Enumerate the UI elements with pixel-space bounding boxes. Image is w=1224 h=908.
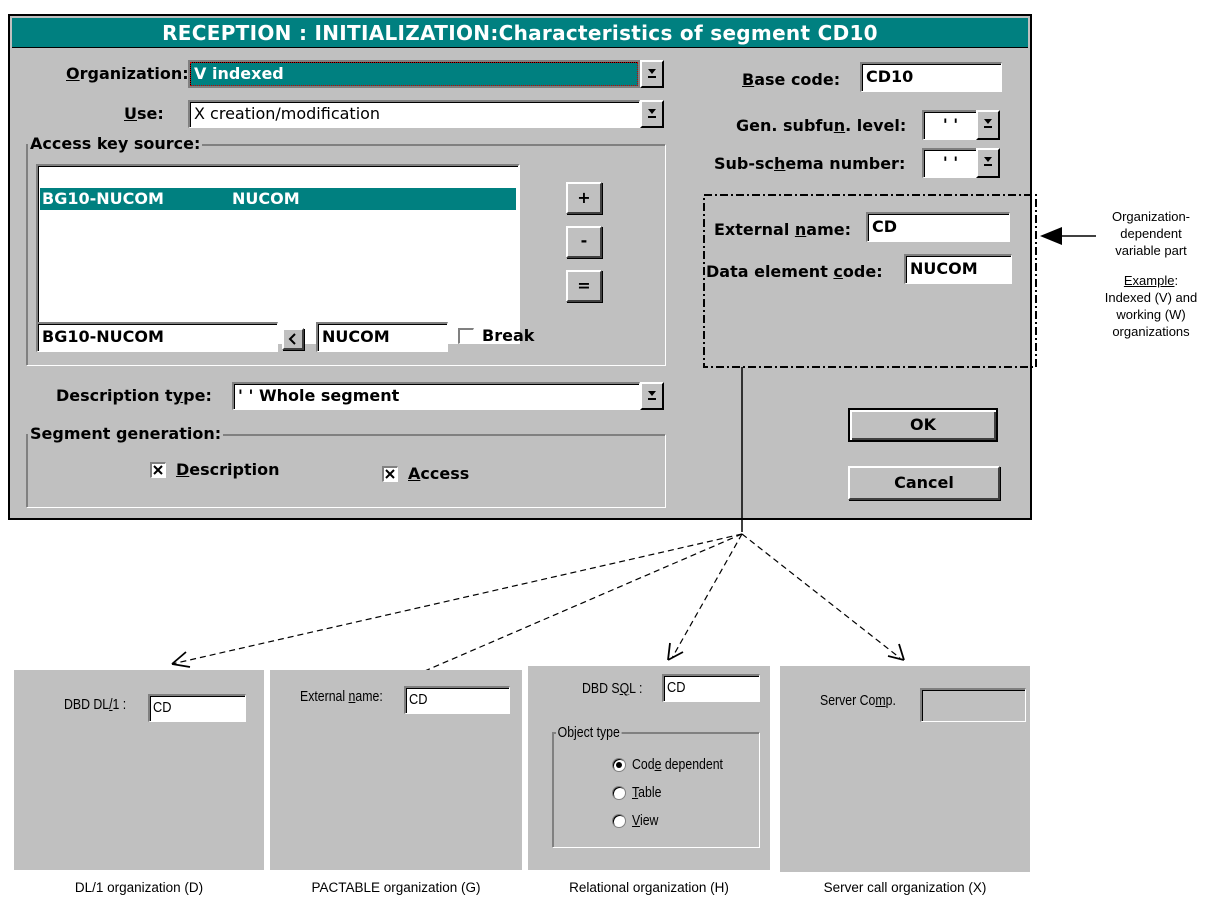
relational-panel: DBD SQL : CD Object type Code dependent … bbox=[528, 666, 770, 870]
arrow-to-dl1 bbox=[171, 533, 743, 665]
dl1-panel: DBD DL/1 : CD bbox=[14, 670, 264, 870]
table-radio[interactable] bbox=[612, 786, 626, 800]
arrowhead-dl1 bbox=[171, 651, 191, 668]
dbd-sql-input[interactable]: CD bbox=[662, 674, 760, 702]
arrowhead-server bbox=[887, 643, 905, 661]
dbd-dl1-label: DBD DL/1 : bbox=[64, 696, 127, 713]
dl1-caption: DL/1 organization (D) bbox=[74, 880, 204, 895]
server-panel: Server Comp. bbox=[780, 666, 1030, 872]
server-comp-label: Server Comp. bbox=[820, 692, 896, 709]
code-dependent-radio[interactable] bbox=[612, 758, 626, 772]
pactable-external-name-label: External name: bbox=[300, 688, 383, 705]
object-type-label: Object type bbox=[556, 724, 622, 741]
arrow-to-server bbox=[741, 533, 901, 659]
server-caption: Server call organization (X) bbox=[823, 880, 987, 895]
dbd-sql-label: DBD SQL : bbox=[582, 680, 643, 697]
annotation-note: Organization- dependent variable part Ex… bbox=[1104, 209, 1198, 339]
table-label: Table bbox=[632, 784, 662, 801]
arrow-to-relational bbox=[671, 533, 743, 659]
relational-caption: Relational organization (H) bbox=[569, 880, 729, 895]
pactable-panel: External name: CD bbox=[270, 670, 522, 870]
pactable-caption: PACTABLE organization (G) bbox=[311, 880, 481, 895]
code-dependent-label: Code dependent bbox=[632, 756, 723, 773]
pactable-external-name-input[interactable]: CD bbox=[404, 686, 510, 714]
view-label: View bbox=[632, 812, 659, 829]
annotation-arrowhead bbox=[1040, 227, 1062, 245]
server-comp-input[interactable] bbox=[920, 688, 1026, 722]
variable-part-frame bbox=[703, 194, 1037, 368]
dbd-dl1-input[interactable]: CD bbox=[148, 694, 246, 722]
arrow-to-pactable bbox=[389, 533, 743, 687]
view-radio[interactable] bbox=[612, 814, 626, 828]
